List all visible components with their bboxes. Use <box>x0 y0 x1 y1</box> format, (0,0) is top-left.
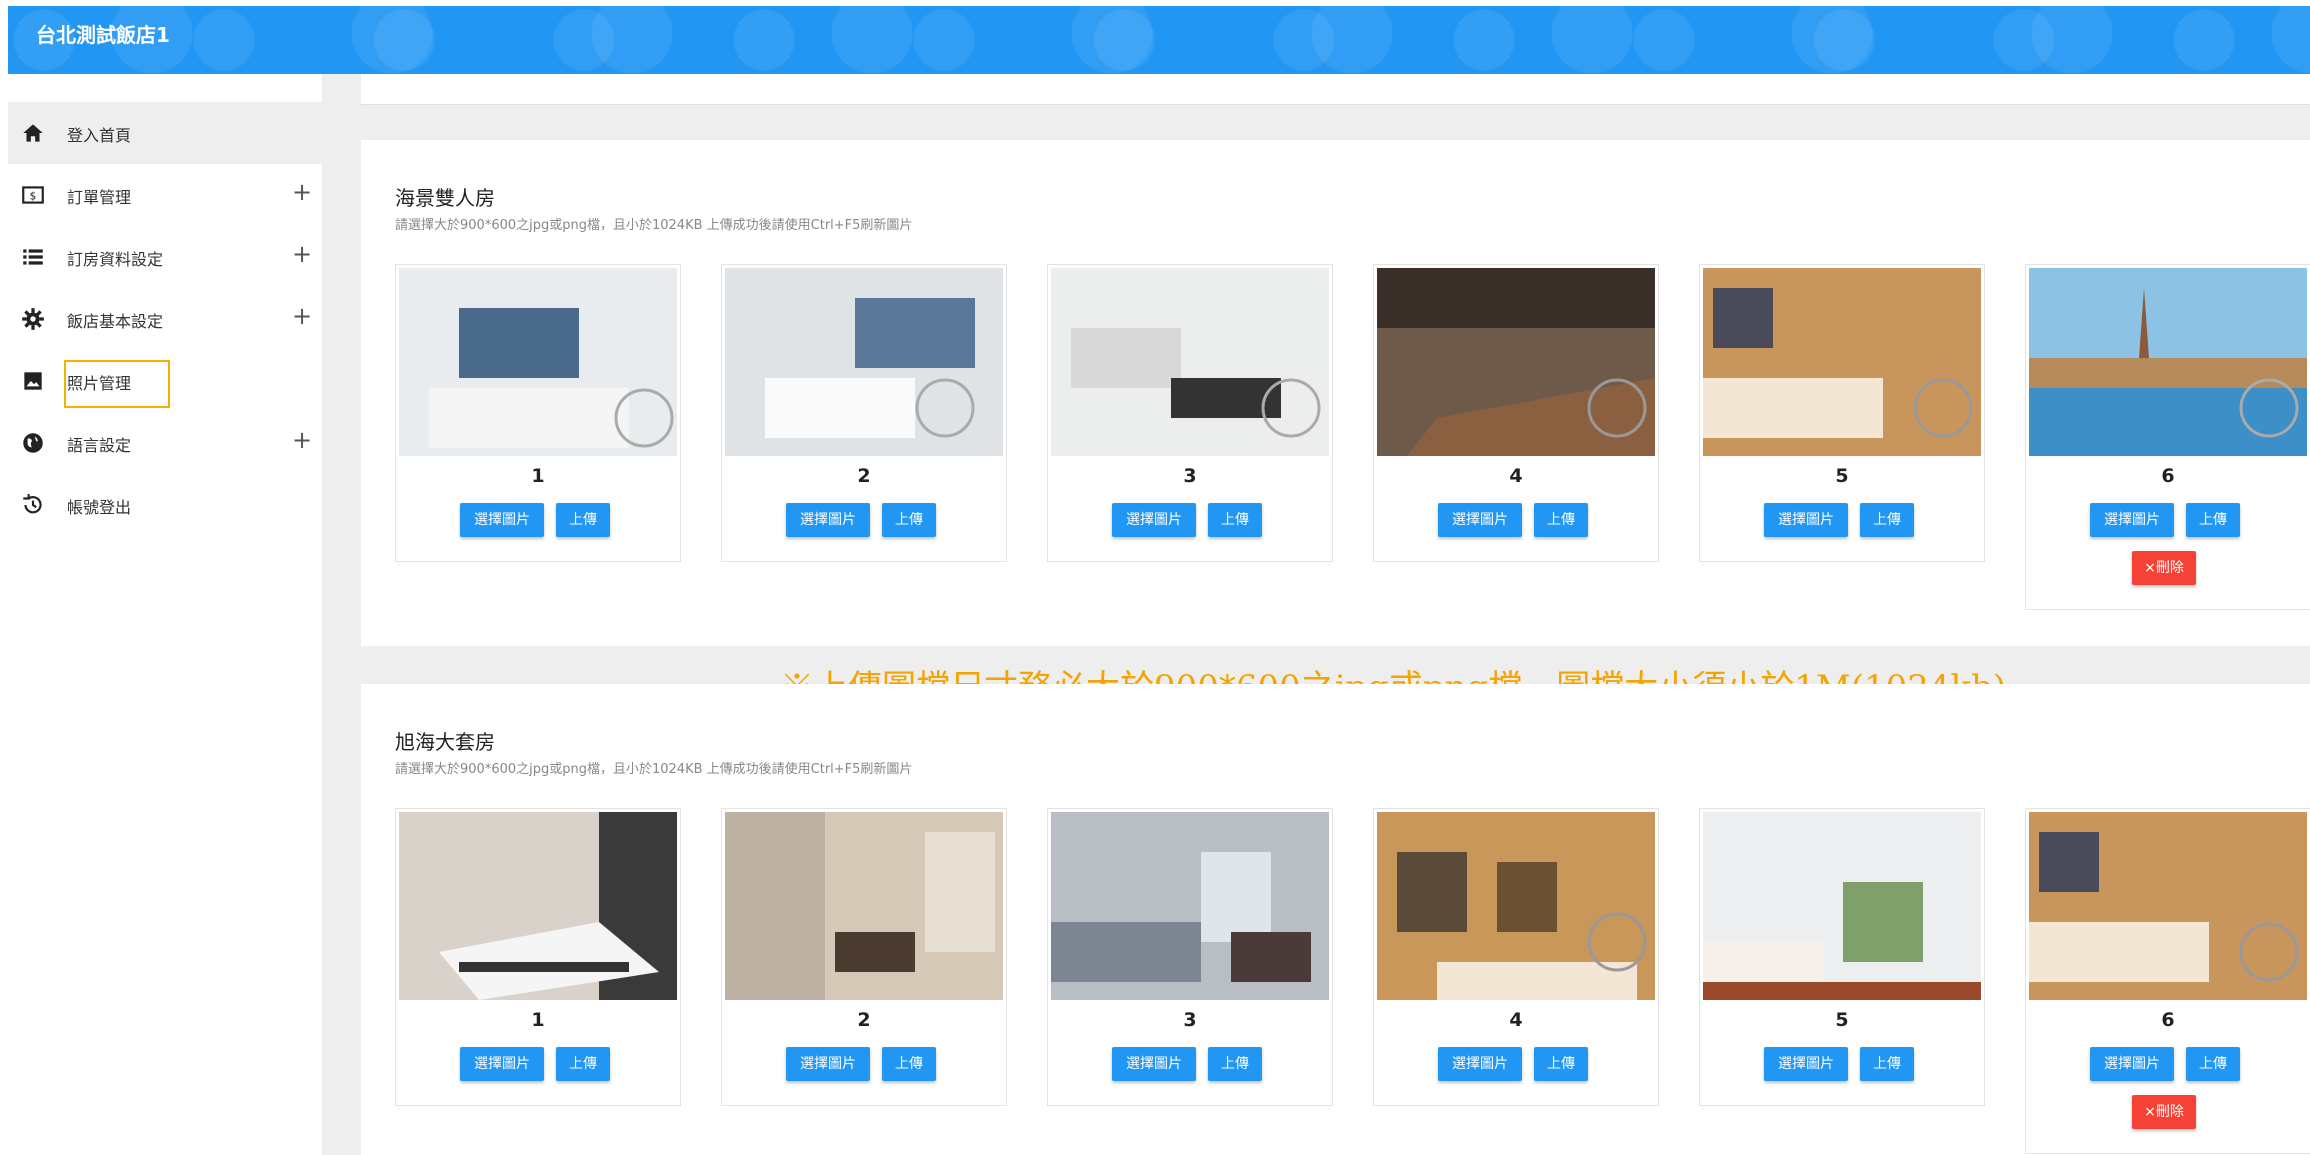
sidebar-item-label: 帳號登出 <box>67 498 132 517</box>
photo-number: 2 <box>857 465 871 487</box>
photo-card: 6 選擇圖片 上傳 ×刪除 <box>2025 264 2310 610</box>
room-photo[interactable] <box>2029 812 2307 1000</box>
sidebar-item-hotel-settings[interactable]: 飯店基本設定 + <box>8 288 322 350</box>
upload-button[interactable]: 上傳 <box>2186 1047 2240 1081</box>
choose-image-button[interactable]: 選擇圖片 <box>1438 1047 1522 1081</box>
photo-number: 5 <box>1835 465 1849 487</box>
choose-image-button[interactable]: 選擇圖片 <box>1764 1047 1848 1081</box>
upload-button[interactable]: 上傳 <box>1208 503 1262 537</box>
room-photo[interactable] <box>725 812 1003 1000</box>
photo-card: 2 選擇圖片 上傳 <box>721 264 1007 562</box>
photo-number: 3 <box>1183 465 1197 487</box>
photo-number: 4 <box>1509 1009 1523 1031</box>
photo-number: 6 <box>2161 1009 2175 1031</box>
home-icon <box>23 124 43 142</box>
sidebar-item-label: 訂房資料設定 <box>67 250 164 269</box>
room-photo[interactable] <box>1377 268 1655 456</box>
room-photo[interactable] <box>1051 268 1329 456</box>
photo-card: 3 選擇圖片 上傳 <box>1047 808 1333 1106</box>
section-title: 海景雙人房 <box>395 186 495 210</box>
sidebar-item-photos[interactable]: 照片管理 <box>8 350 322 412</box>
photo-card: 2 選擇圖片 上傳 <box>721 808 1007 1106</box>
room-photo[interactable] <box>399 268 677 456</box>
photo-number: 6 <box>2161 465 2175 487</box>
choose-image-button[interactable]: 選擇圖片 <box>786 503 870 537</box>
room-photo[interactable] <box>1703 812 1981 1000</box>
logout-icon <box>23 494 42 514</box>
upload-button[interactable]: 上傳 <box>882 503 936 537</box>
sidebar-item-label: 飯店基本設定 <box>67 312 164 331</box>
upload-button[interactable]: 上傳 <box>1860 1047 1914 1081</box>
upload-button[interactable]: 上傳 <box>1208 1047 1262 1081</box>
sidebar-item-booking-settings[interactable]: 訂房資料設定 + <box>8 226 322 288</box>
expand-plus-icon[interactable]: + <box>292 426 312 454</box>
room-photo[interactable] <box>1051 812 1329 1000</box>
choose-image-button[interactable]: 選擇圖片 <box>1438 503 1522 537</box>
upload-button[interactable]: 上傳 <box>1534 1047 1588 1081</box>
sidebar-item-orders[interactable]: $ 訂單管理 + <box>8 164 322 226</box>
room-photo[interactable] <box>399 812 677 1000</box>
svg-text:$: $ <box>30 189 37 202</box>
upload-button[interactable]: 上傳 <box>1860 503 1914 537</box>
photo-number: 1 <box>531 465 545 487</box>
sidebar-item-label: 語言設定 <box>67 436 132 455</box>
room-photo[interactable] <box>1377 812 1655 1000</box>
photo-number: 4 <box>1509 465 1523 487</box>
section-title: 旭海大套房 <box>395 730 495 754</box>
photo-number: 2 <box>857 1009 871 1031</box>
room-section: 海景雙人房 請選擇大於900*600之jpg或png檔，且小於1024KB 上傳… <box>361 140 2310 646</box>
sidebar-item-label: 訂單管理 <box>67 188 132 207</box>
choose-image-button[interactable]: 選擇圖片 <box>1112 1047 1196 1081</box>
room-photo[interactable] <box>725 268 1003 456</box>
choose-image-button[interactable]: 選擇圖片 <box>1764 503 1848 537</box>
choose-image-button[interactable]: 選擇圖片 <box>1112 503 1196 537</box>
choose-image-button[interactable]: 選擇圖片 <box>460 503 544 537</box>
photo-card: 3 選擇圖片 上傳 <box>1047 264 1333 562</box>
delete-button[interactable]: ×刪除 <box>2132 1095 2196 1129</box>
list-icon <box>23 249 43 265</box>
image-icon <box>24 372 42 390</box>
photo-number: 1 <box>531 1009 545 1031</box>
globe-icon <box>23 433 43 453</box>
upload-button[interactable]: 上傳 <box>556 503 610 537</box>
choose-image-button[interactable]: 選擇圖片 <box>2090 1047 2174 1081</box>
gear-icon <box>22 308 44 330</box>
delete-button[interactable]: ×刪除 <box>2132 551 2196 585</box>
photo-card: 6 選擇圖片 上傳 ×刪除 <box>2025 808 2310 1154</box>
choose-image-button[interactable]: 選擇圖片 <box>460 1047 544 1081</box>
hotel-title: 台北測試飯店1 <box>36 23 170 47</box>
sidebar-item-logout[interactable]: 帳號登出 <box>8 474 322 536</box>
sidebar: 登入首頁 $ 訂單管理 + 訂房資料設定 + 飯店基本設定 + 照片管理 語言設… <box>8 74 322 1155</box>
expand-plus-icon[interactable]: + <box>292 178 312 206</box>
main-content: 海景雙人房 請選擇大於900*600之jpg或png檔，且小於1024KB 上傳… <box>322 74 2310 1155</box>
photo-card: 5 選擇圖片 上傳 <box>1699 808 1985 1106</box>
photo-card: 1 選擇圖片 上傳 <box>395 264 681 562</box>
sidebar-item-home[interactable]: 登入首頁 <box>8 102 322 164</box>
expand-plus-icon[interactable]: + <box>292 240 312 268</box>
money-icon: $ <box>22 186 44 204</box>
sidebar-item-label: 登入首頁 <box>67 126 132 145</box>
photo-card: 1 選擇圖片 上傳 <box>395 808 681 1106</box>
choose-image-button[interactable]: 選擇圖片 <box>786 1047 870 1081</box>
upload-button[interactable]: 上傳 <box>1534 503 1588 537</box>
section-hint: 請選擇大於900*600之jpg或png檔，且小於1024KB 上傳成功後請使用… <box>395 218 913 233</box>
upload-button[interactable]: 上傳 <box>882 1047 936 1081</box>
photo-card: 4 選擇圖片 上傳 <box>1373 808 1659 1106</box>
sidebar-item-language[interactable]: 語言設定 + <box>8 412 322 474</box>
choose-image-button[interactable]: 選擇圖片 <box>2090 503 2174 537</box>
room-section: 旭海大套房 請選擇大於900*600之jpg或png檔，且小於1024KB 上傳… <box>361 684 2310 1155</box>
section-hint: 請選擇大於900*600之jpg或png檔，且小於1024KB 上傳成功後請使用… <box>395 762 913 777</box>
upload-button[interactable]: 上傳 <box>2186 503 2240 537</box>
app-header: 台北測試飯店1 <box>8 6 2310 74</box>
photo-number: 5 <box>1835 1009 1849 1031</box>
photo-number: 3 <box>1183 1009 1197 1031</box>
sidebar-item-label: 照片管理 <box>67 374 132 393</box>
expand-plus-icon[interactable]: + <box>292 302 312 330</box>
upload-button[interactable]: 上傳 <box>556 1047 610 1081</box>
photo-card: 5 選擇圖片 上傳 <box>1699 264 1985 562</box>
room-photo[interactable] <box>2029 268 2307 456</box>
room-photo[interactable] <box>1703 268 1981 456</box>
photo-card: 4 選擇圖片 上傳 <box>1373 264 1659 562</box>
top-panel <box>361 74 2310 105</box>
